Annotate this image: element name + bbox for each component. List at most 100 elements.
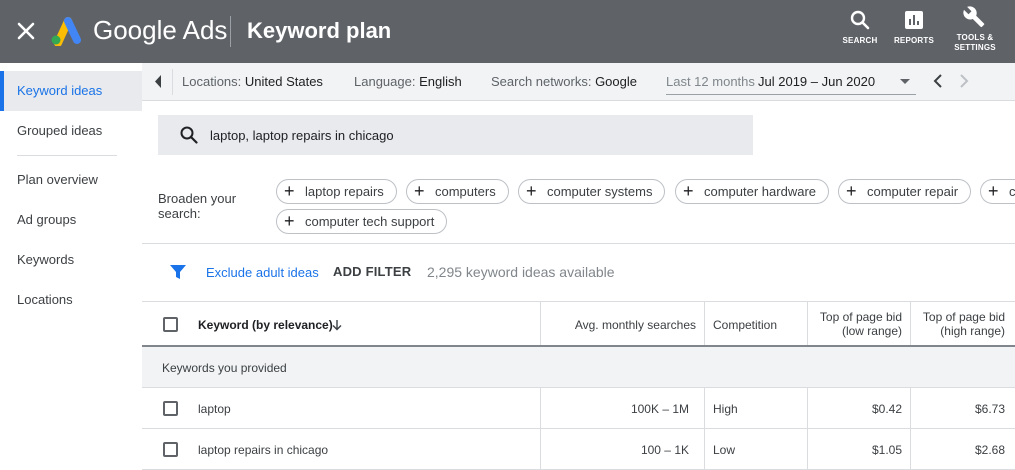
google-ads-logo-icon xyxy=(51,17,81,46)
column-divider xyxy=(704,429,705,469)
chip-label: computer repair xyxy=(867,184,959,199)
close-icon[interactable] xyxy=(15,18,37,44)
networks-label: Search networks: xyxy=(491,74,592,89)
chip-label: computer systems xyxy=(547,184,653,199)
row-checkbox[interactable] xyxy=(163,442,178,457)
wrench-icon xyxy=(963,6,985,28)
tools-label-line2: SETTINGS xyxy=(954,43,996,52)
competition-header[interactable]: Competition xyxy=(713,318,777,332)
main-content: laptop, laptop repairs in chicago Broade… xyxy=(142,101,1015,470)
chip-label: computers xyxy=(435,184,496,199)
brand-divider xyxy=(230,16,231,47)
table-toolbar: Exclude adult ideas ADD FILTER 2,295 key… xyxy=(142,244,1015,301)
sidebar-item-plan-overview[interactable]: Plan overview xyxy=(0,160,142,200)
keywords-provided-group-row: Keywords you provided xyxy=(142,347,1015,388)
bid-high-cell: $6.73 xyxy=(974,402,1005,416)
chip-label: laptop repairs xyxy=(305,184,384,199)
row-checkbox[interactable] xyxy=(163,401,178,416)
broaden-search-label: Broaden your search: xyxy=(158,191,236,221)
chip-label: c xyxy=(1009,184,1015,199)
search-query-text: laptop, laptop repairs in chicago xyxy=(210,128,394,143)
keyword-search-input[interactable]: laptop, laptop repairs in chicago xyxy=(158,115,753,155)
column-divider xyxy=(704,302,705,345)
add-filter-button[interactable]: ADD FILTER xyxy=(333,264,411,279)
bid-low-header-line1: Top of page bid xyxy=(819,310,902,324)
top-app-bar: Google Ads Keyword plan SEARCH REPORTS T… xyxy=(0,0,1015,63)
next-period-icon[interactable] xyxy=(958,74,970,88)
brand-name: Google Ads xyxy=(93,15,228,45)
search-networks-filter[interactable]: Search networks: Google xyxy=(491,74,637,89)
sort-down-arrow-icon[interactable] xyxy=(331,319,343,331)
sidebar-item-locations[interactable]: Locations xyxy=(0,280,142,320)
plus-icon: + xyxy=(846,181,857,201)
keyword-cell: laptop xyxy=(198,402,231,416)
sidebar-item-keyword-ideas[interactable]: Keyword ideas xyxy=(0,71,142,111)
table-row[interactable]: laptop repairs in chicago 100 – 1K Low $… xyxy=(142,429,1015,470)
broaden-chip[interactable]: + laptop repairs xyxy=(276,179,397,204)
dropdown-arrow-icon xyxy=(900,79,910,84)
search-icon xyxy=(180,126,198,144)
keyword-cell: laptop repairs in chicago xyxy=(198,443,329,457)
collapse-sidebar-icon[interactable] xyxy=(142,63,172,100)
sidebar-item-grouped-ideas[interactable]: Grouped ideas xyxy=(0,111,142,151)
reports-icon xyxy=(905,11,923,29)
exclude-adult-ideas-link[interactable]: Exclude adult ideas xyxy=(206,265,319,280)
tools-settings-label: TOOLS & SETTINGS xyxy=(950,33,1000,53)
filter-divider xyxy=(172,69,173,95)
tools-settings-button[interactable]: TOOLS & SETTINGS xyxy=(950,6,1000,53)
broaden-chip[interactable]: + c xyxy=(980,179,1015,204)
language-label: Language: xyxy=(354,74,416,89)
table-header: Keyword (by relevance) Avg. monthly sear… xyxy=(142,301,1015,347)
date-range-dropdown[interactable]: Last 12 months Jul 2019 – Jun 2020 xyxy=(666,69,916,95)
locations-value: United States xyxy=(244,74,323,89)
broaden-label-line2: search: xyxy=(158,206,201,221)
bid-high-header-line2: (high range) xyxy=(940,324,1005,338)
avg-monthly-searches-header[interactable]: Avg. monthly searches xyxy=(540,318,696,332)
locations-filter[interactable]: Locations: United States xyxy=(182,74,323,89)
bid-high-header-line1: Top of page bid xyxy=(922,310,1005,324)
competition-cell: Low xyxy=(713,443,736,457)
sidebar-item-ad-groups[interactable]: Ad groups xyxy=(0,200,142,240)
avg-searches-cell: 100K – 1M xyxy=(630,402,689,416)
tools-label-line1: TOOLS & xyxy=(956,33,994,42)
bid-low-header[interactable]: Top of page bid (low range) xyxy=(807,310,902,338)
networks-value: Google xyxy=(595,74,637,89)
reports-button[interactable]: REPORTS xyxy=(889,10,939,46)
broaden-chip[interactable]: + computer hardware xyxy=(675,179,829,204)
table-row[interactable]: laptop 100K – 1M High $0.42 $6.73 xyxy=(142,388,1015,429)
sidebar-divider xyxy=(17,155,117,156)
select-all-checkbox[interactable] xyxy=(163,317,178,332)
plus-icon: + xyxy=(526,181,537,201)
search-icon xyxy=(850,10,870,30)
broaden-chip[interactable]: + computer tech support xyxy=(276,209,448,234)
broaden-chip[interactable]: + computer repair xyxy=(838,179,972,204)
search-button[interactable]: SEARCH xyxy=(835,10,885,46)
plus-icon: + xyxy=(683,181,694,201)
broaden-label-line1: Broaden your xyxy=(158,191,237,206)
filter-funnel-icon[interactable] xyxy=(170,264,186,280)
keyword-column-header[interactable]: Keyword (by relevance) xyxy=(198,318,333,332)
column-divider xyxy=(704,388,705,428)
search-label: SEARCH xyxy=(842,36,878,45)
language-filter[interactable]: Language: English xyxy=(354,74,462,89)
broaden-chip[interactable]: + computer systems xyxy=(518,179,666,204)
language-value: English xyxy=(419,74,462,89)
date-range-label: Last 12 months xyxy=(666,74,755,89)
sidebar-item-keywords[interactable]: Keywords xyxy=(0,240,142,280)
reports-label: REPORTS xyxy=(893,36,935,45)
chip-label: computer tech support xyxy=(305,214,435,229)
broaden-chip[interactable]: + computers xyxy=(406,179,509,204)
previous-period-icon[interactable] xyxy=(932,74,944,88)
date-range-value: Jul 2019 – Jun 2020 xyxy=(758,74,876,89)
filter-bar: Locations: United States Language: Engli… xyxy=(142,63,1015,101)
bid-high-header[interactable]: Top of page bid (high range) xyxy=(910,310,1005,338)
bid-low-header-line2: (low range) xyxy=(841,324,902,338)
keyword-ideas-count: 2,295 keyword ideas available xyxy=(427,264,615,280)
bid-low-cell: $0.42 xyxy=(871,402,902,416)
page-title: Keyword plan xyxy=(247,18,392,43)
plus-icon: + xyxy=(284,211,295,231)
bid-high-cell: $2.68 xyxy=(974,443,1005,457)
competition-cell: High xyxy=(713,402,738,416)
group-label: Keywords you provided xyxy=(162,361,287,375)
avg-searches-cell: 100 – 1K xyxy=(640,443,689,457)
